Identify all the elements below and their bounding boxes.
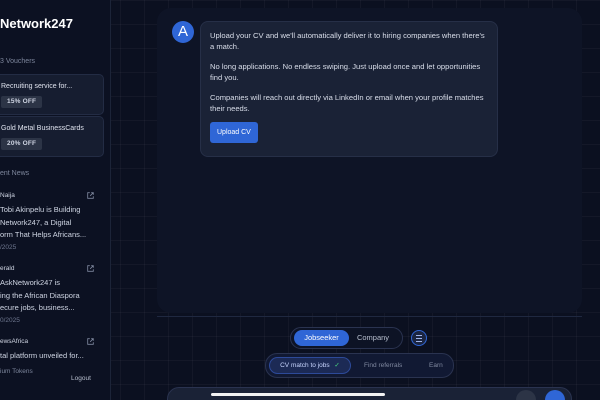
news-item[interactable]: ewsAfrica tal platform unveiled for... bbox=[0, 338, 100, 363]
mode-cv-match[interactable]: CV match to jobs ✓ bbox=[269, 357, 351, 374]
home-indicator bbox=[211, 393, 385, 396]
mode-earn[interactable]: Earn bbox=[429, 357, 443, 374]
menu-icon bbox=[416, 338, 422, 339]
discount-badge: 15% OFF bbox=[1, 96, 43, 108]
news-source: erald bbox=[0, 265, 15, 272]
mode-selector: CV match to jobs ✓ Find referrals Earn bbox=[265, 353, 454, 378]
news-date: /2025 bbox=[0, 243, 17, 251]
voucher-title: Recruiting service for... bbox=[1, 83, 73, 90]
news-headline: Tobi Akinpelu is Building Network247, a … bbox=[0, 205, 87, 239]
message-paragraph: No long applications. No endless swiping… bbox=[210, 62, 481, 82]
voucher-card[interactable]: Recruiting service for... 15% OFF bbox=[0, 74, 104, 115]
upload-cv-button[interactable]: Upload CV bbox=[210, 122, 258, 143]
menu-button[interactable] bbox=[411, 330, 427, 346]
news-headline: tal platform unveiled for... bbox=[0, 351, 84, 360]
brand-title: Network247 bbox=[0, 16, 73, 31]
news-headline: AskNetwork247 is ing the African Diaspor… bbox=[0, 278, 80, 312]
message-paragraph: Companies will reach out directly via Li… bbox=[210, 93, 484, 113]
tokens-label: ium Tokens bbox=[0, 368, 33, 375]
news-item[interactable]: erald AskNetwork247 is ing the African D… bbox=[0, 265, 100, 324]
assistant-avatar: A bbox=[172, 21, 194, 43]
external-link-icon[interactable] bbox=[87, 265, 94, 272]
news-date: 0/2025 bbox=[0, 316, 20, 324]
external-link-icon[interactable] bbox=[87, 192, 94, 199]
mode-find-referrals[interactable]: Find referrals bbox=[364, 357, 402, 374]
news-item[interactable]: Naija Tobi Akinpelu is Building Network2… bbox=[0, 192, 100, 251]
company-tab[interactable]: Company bbox=[353, 330, 393, 346]
news-source: ewsAfrica bbox=[0, 338, 29, 345]
role-toggle: Jobseeker Company bbox=[290, 327, 403, 349]
badge-icon: ✓ bbox=[334, 362, 340, 369]
menu-icon bbox=[416, 335, 422, 336]
divider bbox=[157, 316, 582, 317]
logout-button[interactable]: Logout bbox=[71, 375, 91, 382]
menu-icon bbox=[416, 341, 422, 342]
vouchers-label: 3 Vouchers bbox=[0, 58, 36, 65]
message-bubble: Upload your CV and we'll automatically d… bbox=[200, 21, 498, 157]
mode-cv-match-label: CV match to jobs bbox=[280, 362, 330, 369]
external-link-icon[interactable] bbox=[87, 338, 94, 345]
message-paragraph: Upload your CV and we'll automatically d… bbox=[210, 31, 485, 51]
jobseeker-tab[interactable]: Jobseeker bbox=[294, 330, 349, 346]
voucher-title: Gold Metal BusinessCards bbox=[1, 125, 84, 132]
news-label: ent News bbox=[0, 170, 30, 177]
discount-badge: 20% OFF bbox=[1, 138, 43, 150]
news-source: Naija bbox=[0, 192, 15, 199]
sidebar: Network247 3 Vouchers Recruiting service… bbox=[0, 0, 111, 400]
voucher-card[interactable]: Gold Metal BusinessCards 20% OFF bbox=[0, 116, 104, 157]
